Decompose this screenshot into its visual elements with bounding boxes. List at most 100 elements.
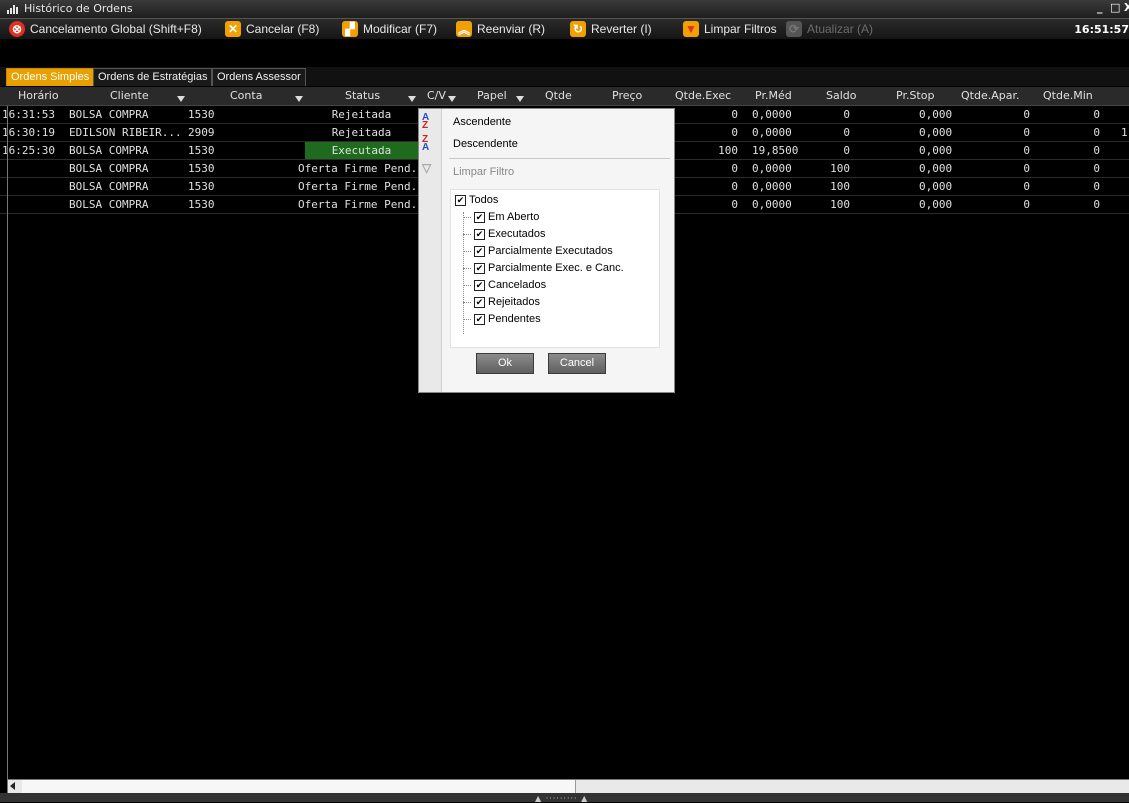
filter-option[interactable]: ✔ Cancelados (474, 279, 546, 291)
col-pr-stop[interactable]: Pr.Stop (896, 89, 934, 102)
status-cell: Rejeitada (305, 106, 418, 123)
cancel-label: Cancelar (F8) (246, 22, 320, 36)
col-preco[interactable]: Preço (612, 89, 642, 102)
col-status[interactable]: Status (345, 89, 380, 102)
modify-button[interactable]: ▞ Modificar (F7) (342, 21, 437, 37)
col-pr-med[interactable]: Pr.Méd (755, 89, 792, 102)
filter-icon[interactable] (177, 96, 185, 102)
cell-saldo: 0 (843, 108, 850, 121)
tree-branch (463, 302, 471, 303)
tab-ordens-simples[interactable]: Ordens Simples (6, 68, 95, 86)
cancel-button[interactable]: ✕ Cancelar (F8) (225, 21, 319, 37)
close-button[interactable]: X (1124, 1, 1129, 14)
cell-saldo: 0 (843, 144, 850, 157)
sort-ascending-icon: AZ (422, 112, 430, 131)
cell-conta: 2909 (188, 126, 215, 139)
cell-qtde-exec: 0 (731, 162, 738, 175)
cancel-circle-icon: ⊗ (9, 21, 25, 37)
cell-qtde-apar: 0 (1023, 198, 1030, 211)
tree-branch (463, 251, 471, 252)
filter-option-label: Todos (469, 194, 499, 206)
horizontal-scrollbar[interactable] (7, 779, 1129, 794)
cell-conta: 1530 (188, 108, 215, 121)
clear-filter-icon: ▽ (422, 161, 432, 175)
cell-pr-stop: 0,000 (919, 180, 953, 193)
status-text: Rejeitada (331, 108, 392, 121)
cell-cliente: BOLSA COMPRA (69, 144, 149, 157)
cell-pr-med: 0,0000 (752, 126, 792, 139)
filter-option-label: Pendentes (488, 313, 541, 325)
checkbox-icon[interactable]: ✔ (474, 245, 485, 257)
tab-ordens-estrategias[interactable]: Ordens de Estratégias (93, 68, 213, 86)
cell-cliente: EDILSON RIBEIR... (69, 126, 182, 139)
cell-saldo: 100 (830, 198, 850, 211)
menu-descending[interactable]: Descendente (453, 138, 518, 150)
checkbox-icon[interactable]: ✔ (474, 296, 485, 308)
cell-qtde-min: 0 (1093, 162, 1100, 175)
cell-cliente: BOLSA COMPRA (69, 162, 149, 175)
cell-pr-stop: 0,000 (919, 198, 953, 211)
col-cliente[interactable]: Cliente (110, 89, 149, 102)
cell-qtde-exec: 0 (731, 108, 738, 121)
filter-option[interactable]: ✔ Em Aberto (474, 211, 539, 223)
global-cancel-button[interactable]: ⊗ Cancelamento Global (Shift+F8) (9, 21, 202, 37)
col-saldo[interactable]: Saldo (826, 89, 857, 102)
ok-button[interactable]: Ok (476, 353, 534, 374)
clear-filters-button[interactable]: ▼ Limpar Filtros (683, 21, 777, 37)
checkbox-icon[interactable]: ✔ (474, 211, 485, 223)
checkbox-icon[interactable]: ✔ (474, 279, 485, 291)
filter-option[interactable]: ✔ Parcialmente Executados (474, 245, 613, 257)
checkbox-icon[interactable]: ✔ (474, 262, 485, 274)
filter-option[interactable]: ✔ Todos (455, 194, 498, 206)
cell-pr-stop: 0,000 (919, 144, 953, 157)
tree-branch (463, 268, 471, 269)
filter-option-label: Executados (488, 228, 546, 240)
menu-clear-filter[interactable]: Limpar Filtro (453, 166, 514, 178)
cell-horario: 16:31:53 (2, 108, 55, 121)
checkbox-icon[interactable]: ✔ (455, 194, 466, 206)
revert-button[interactable]: ↻ Reverter (I) (570, 21, 652, 37)
scrollbar-thumb[interactable] (22, 780, 576, 793)
cell-qtde-min: 0 (1093, 180, 1100, 193)
filter-option-label: Parcialmente Executados (488, 245, 613, 257)
refresh-button[interactable]: ⟳ Atualizar (A) (786, 21, 873, 37)
col-qtde-apar[interactable]: Qtde.Apar. (961, 89, 1019, 102)
cell-pr-med: 0,0000 (752, 108, 792, 121)
edit-icon: ▞ (342, 21, 358, 37)
filter-icon[interactable] (516, 96, 524, 102)
cell-qtde-min: 0 (1093, 198, 1100, 211)
resend-button[interactable]: ︽ Reenviar (R) (456, 21, 545, 37)
grid-left-border (7, 106, 8, 779)
checkbox-icon[interactable]: ✔ (474, 313, 485, 325)
clock: 16:51:57 (1074, 23, 1129, 36)
filter-option[interactable]: ✔ Executados (474, 228, 545, 240)
minimize-button[interactable]: _ (1097, 1, 1103, 14)
menu-separator (449, 158, 670, 159)
cell-qtde-min: 0 (1093, 108, 1100, 121)
col-papel[interactable]: Papel (477, 89, 507, 102)
menu-ascending[interactable]: Ascendente (453, 116, 511, 128)
filter-option[interactable]: ✔ Parcialmente Exec. e Canc. (474, 262, 624, 274)
filter-icon[interactable] (295, 96, 303, 102)
filter-clear-icon: ▼ (683, 21, 699, 37)
tab-ordens-assessor[interactable]: Ordens Assessor (212, 68, 306, 86)
col-qtde[interactable]: Qtde (545, 89, 572, 102)
status-checklist: ✔ Todos ✔ Em Aberto ✔ Executados ✔ Parcialmente… (450, 189, 660, 348)
col-horario[interactable]: Horário (18, 89, 59, 102)
col-qtde-min[interactable]: Qtde.Min (1043, 89, 1093, 102)
scroll-left-icon[interactable] (10, 782, 15, 790)
tree-line (463, 212, 464, 334)
checkbox-icon[interactable]: ✔ (474, 228, 485, 240)
filter-option[interactable]: ✔ Rejeitados (474, 296, 540, 308)
cancel-filter-button[interactable]: Cancel (548, 353, 606, 374)
cell-cliente: BOLSA COMPRA (69, 198, 149, 211)
tree-branch (463, 217, 471, 218)
maximize-button[interactable]: □ (1110, 1, 1120, 14)
filter-option[interactable]: ✔ Pendentes (474, 313, 541, 325)
cell-saldo: 100 (830, 180, 850, 193)
filter-icon[interactable] (448, 96, 456, 102)
filter-icon[interactable] (408, 96, 416, 102)
col-qtde-exec[interactable]: Qtde.Exec (675, 89, 731, 102)
col-conta[interactable]: Conta (230, 89, 262, 102)
col-cv[interactable]: C/V (427, 89, 446, 102)
